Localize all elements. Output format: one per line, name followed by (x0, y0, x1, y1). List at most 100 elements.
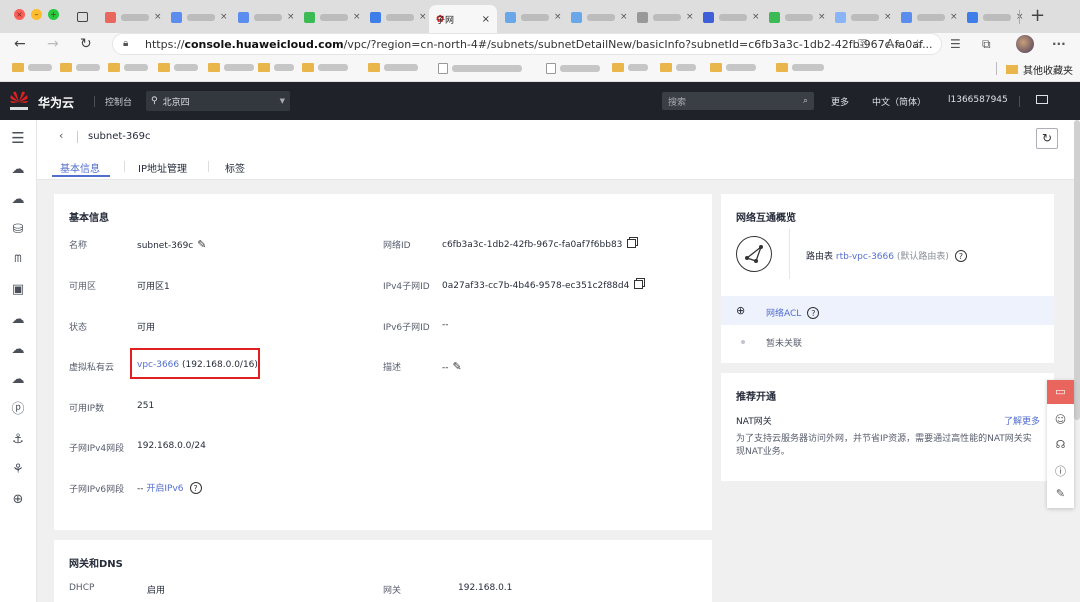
browser-tab[interactable]: × (233, 6, 300, 28)
floating-toolbar: ▭ ☺ ☊ ⓘ ✎ (1047, 380, 1074, 508)
enable-ipv6-link[interactable]: 开启IPv6 (146, 484, 183, 494)
browser-tab[interactable]: × (100, 6, 167, 28)
url-input[interactable]: 🔒︎ https://console.huaweicloud.com/vpc/?… (112, 33, 942, 55)
vpc-service-icon[interactable]: ☁ (9, 341, 27, 359)
bookmark-folder[interactable] (612, 63, 648, 72)
reload-icon[interactable]: ↻ (80, 35, 92, 53)
tab-basic-info[interactable]: 基本信息 (60, 160, 100, 175)
close-tab-icon[interactable]: × (482, 14, 490, 25)
mail-icon[interactable] (1036, 95, 1048, 104)
active-tab-label: 子网 (436, 15, 455, 26)
analytics-service-icon[interactable]: ᗰ (9, 251, 27, 269)
dhcp-value: 启用 (147, 586, 166, 596)
bookmark-folder[interactable] (302, 63, 348, 72)
copy-icon[interactable] (627, 239, 637, 248)
cloud-network-icon[interactable]: ☁ (9, 311, 27, 329)
smile-icon[interactable]: ☺ (1047, 413, 1074, 426)
browser-tab[interactable]: × (566, 6, 633, 28)
forward-arrow-icon[interactable]: → (47, 35, 59, 53)
help-icon[interactable]: ? (807, 307, 820, 319)
bookmark-folder[interactable] (60, 63, 100, 72)
storage-service-icon[interactable]: ▣ (9, 281, 27, 299)
help-icon[interactable]: ⓘ (1047, 463, 1074, 479)
headset-icon[interactable]: ☊ (1047, 438, 1074, 451)
bookmark-folder[interactable] (208, 63, 254, 72)
bookmark-folder[interactable] (368, 63, 418, 72)
feedback-icon[interactable]: ✎ (1047, 487, 1074, 500)
more-menu[interactable]: 更多 (831, 95, 849, 108)
browser-tab[interactable]: × (764, 6, 831, 28)
chat-icon[interactable]: ▭ (1047, 380, 1074, 404)
menu-icon[interactable]: ☰ (9, 129, 27, 147)
learn-more-link[interactable]: 了解更多 (1004, 414, 1040, 427)
browser-tab[interactable]: × (166, 6, 233, 28)
maximize-window-button[interactable]: + (48, 9, 59, 20)
huawei-logo-icon[interactable] (8, 89, 30, 113)
cdn-service-icon[interactable]: ☁ (9, 371, 27, 389)
console-link[interactable]: 控制台 (105, 95, 132, 108)
key-icon[interactable]: ⚿ (858, 35, 867, 53)
url-host: console.huaweicloud.com (184, 38, 344, 51)
globe-icon[interactable]: ⊕ (9, 491, 27, 509)
other-bookmarks[interactable]: 其他收藏夹 (1006, 62, 1073, 77)
route-table-link[interactable]: rtb-vpc-3666 (836, 252, 894, 262)
bookmark-folder[interactable] (158, 63, 198, 72)
cluster-service-icon[interactable]: ⚘ (9, 461, 27, 479)
browser-tab[interactable]: × (896, 6, 963, 28)
help-icon[interactable]: ? (189, 482, 202, 494)
bookmark-folder[interactable] (776, 63, 824, 72)
deploy-service-icon[interactable]: ⚓ (9, 431, 27, 449)
ipv6-cidr-row: -- 开启IPv6? (137, 481, 202, 494)
region-select[interactable]: ⚲ 北京四 ▼ (146, 91, 290, 111)
database-service-icon[interactable]: ⛁ (9, 221, 27, 239)
browser-tab[interactable]: × (830, 6, 897, 28)
collections-icon[interactable]: ⧉ (982, 35, 991, 53)
browser-tab[interactable]: × (500, 6, 567, 28)
ip-service-icon[interactable]: ⓟ (9, 401, 27, 419)
interconnect-title: 网络互通概览 (736, 213, 796, 224)
available-ip-label: 可用IP数 (69, 404, 105, 414)
bookmark-folder[interactable] (710, 63, 756, 72)
favorites-list-icon[interactable]: ☰ (950, 35, 961, 53)
browser-tab[interactable]: × (632, 6, 699, 28)
search-icon[interactable]: ⌕ (803, 96, 808, 106)
tab-actions-icon[interactable] (72, 6, 93, 28)
close-window-button[interactable]: × (14, 9, 25, 20)
url-path: /vpc/?region=cn-north-4#/subnets/subnetD… (343, 38, 933, 51)
bookmark-folder[interactable] (660, 63, 696, 72)
back-chevron-icon[interactable]: ‹ (59, 129, 63, 142)
bookmark-page[interactable] (546, 63, 600, 74)
ecs-service-icon[interactable]: ☁ (9, 161, 27, 179)
profile-avatar[interactable] (1016, 35, 1034, 53)
minimize-window-button[interactable]: – (31, 9, 42, 20)
browser-tab[interactable]: × (299, 6, 366, 28)
browser-tab[interactable]: × (365, 6, 432, 28)
bookmark-folder[interactable] (108, 63, 148, 72)
language-select[interactable]: 中文（简体） (872, 95, 926, 108)
back-arrow-icon[interactable]: ← (14, 35, 26, 53)
user-account[interactable]: l1366587945 (948, 95, 1008, 105)
tab-tags[interactable]: 标签 (225, 160, 245, 175)
more-menu-icon[interactable]: ··· (1052, 35, 1066, 53)
refresh-button[interactable]: ↻ (1036, 128, 1058, 149)
browser-tab-active[interactable]: ✿ 子网 × (429, 5, 497, 33)
copy-icon[interactable] (634, 280, 644, 289)
help-icon[interactable]: ? (954, 250, 967, 262)
bookmark-folder[interactable] (258, 63, 294, 72)
console-search-input[interactable]: 搜索 ⌕ (662, 92, 814, 110)
acl-row-content: 网络ACL? (766, 306, 820, 319)
cloud-service-icon[interactable]: ☁ (9, 191, 27, 209)
acl-link[interactable]: 网络ACL (766, 309, 801, 319)
new-tab-icon[interactable]: + (1030, 6, 1045, 26)
bookmark-folder[interactable] (12, 63, 52, 72)
bookmark-page[interactable] (438, 63, 522, 74)
favorite-star-icon[interactable]: ☆ (912, 35, 923, 53)
browser-tab[interactable]: × (698, 6, 765, 28)
edit-desc-icon[interactable]: ✎ (453, 360, 462, 373)
tab-ip-management[interactable]: IP地址管理 (138, 160, 187, 175)
brand-name[interactable]: 华为云 (38, 94, 74, 111)
read-aloud-icon[interactable]: A» (886, 35, 902, 53)
page-scrollbar[interactable] (1074, 120, 1080, 420)
header-separator (1019, 96, 1020, 107)
edit-name-icon[interactable]: ✎ (197, 238, 206, 251)
